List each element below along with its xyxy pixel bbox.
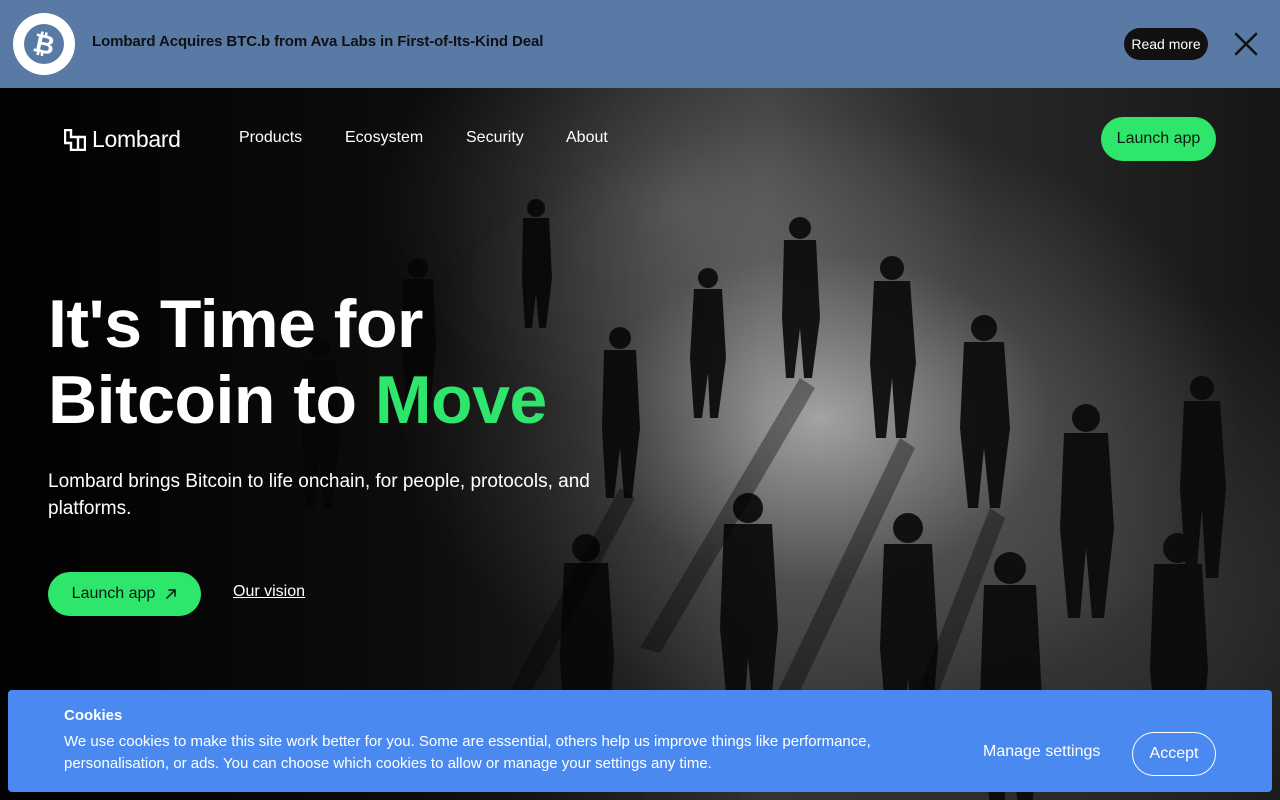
- lombard-logo-icon: [64, 128, 86, 151]
- banner-text[interactable]: Lombard Acquires BTC.b from Ava Labs in …: [92, 33, 543, 50]
- nav-item-security[interactable]: Security: [466, 129, 524, 147]
- announcement-banner: ₿ Lombard Acquires BTC.b from Ava Labs i…: [0, 0, 1280, 88]
- manage-settings-button[interactable]: Manage settings: [983, 743, 1100, 761]
- cookie-text: We use cookies to make this site work be…: [64, 733, 871, 772]
- read-more-button[interactable]: Read more: [1124, 28, 1208, 60]
- lombard-logo[interactable]: Lombard: [64, 126, 181, 153]
- logo-text: Lombard: [92, 126, 181, 152]
- hero-launch-app-button[interactable]: Launch app: [48, 572, 201, 616]
- hero-headline: It's Time for Bitcoin to Move: [48, 286, 547, 438]
- arrow-up-right-icon: [166, 589, 177, 599]
- accept-button[interactable]: Accept: [1132, 732, 1216, 776]
- nav-item-about[interactable]: About: [566, 129, 608, 147]
- headline-line-2: Bitcoin to: [48, 362, 375, 438]
- hero-subtitle: Lombard brings Bitcoin to life onchain, …: [48, 471, 590, 519]
- nav-item-products[interactable]: Products: [239, 129, 302, 147]
- bitcoin-icon: ₿: [13, 13, 75, 75]
- launch-app-label: Launch app: [71, 585, 156, 602]
- headline-line-1: It's Time for: [48, 286, 423, 362]
- headline-accent: Move: [374, 362, 547, 438]
- close-icon[interactable]: [1230, 28, 1262, 60]
- nav-item-ecosystem[interactable]: Ecosystem: [345, 129, 423, 147]
- our-vision-link[interactable]: Our vision: [233, 583, 305, 601]
- cookie-title: Cookies: [64, 707, 123, 724]
- cookie-banner: Cookies We use cookies to make this site…: [8, 690, 1272, 792]
- nav-launch-app-button[interactable]: Launch app: [1101, 117, 1216, 161]
